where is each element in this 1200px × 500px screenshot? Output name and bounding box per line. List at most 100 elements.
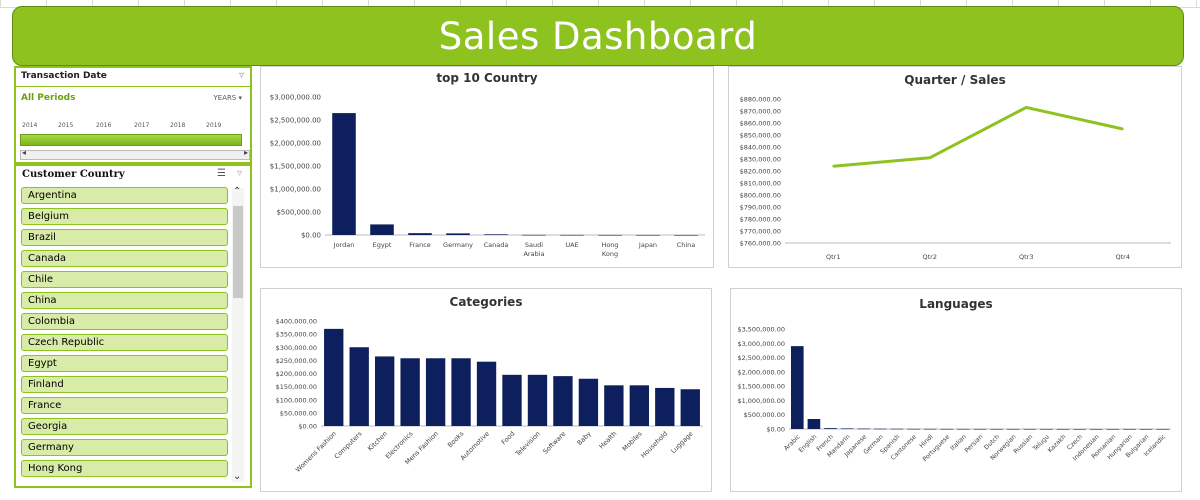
y-tick-label: $830,000.00 [740,156,781,164]
bar [522,234,546,236]
timeline-year[interactable]: 2018 [170,122,185,129]
y-tick-label: $300,000.00 [276,344,317,352]
dashboard-banner: Sales Dashboard [12,6,1184,66]
country-item[interactable]: France [21,397,228,414]
data-point [1025,106,1028,109]
bar [484,234,508,235]
y-tick-label: $0.00 [298,423,317,431]
y-tick-label: $1,000,000.00 [737,397,785,405]
bar [527,374,548,426]
y-tick-label: $840,000.00 [740,144,781,152]
timeline-year[interactable]: 2019 [206,122,221,129]
bar [907,428,920,430]
x-tick-label: Mobiles [621,429,645,453]
y-tick-label: $3,000,000.00 [737,340,785,348]
country-item[interactable]: Germany [21,439,228,456]
bar [840,428,854,430]
country-item[interactable]: Belgium [21,208,228,225]
timeline-year[interactable]: 2016 [96,122,111,129]
country-item[interactable]: Georgia [21,418,228,435]
x-tick-label: France [409,241,431,249]
bar [890,428,904,430]
bar [1006,428,1020,430]
timeline-scrollbar[interactable]: ◂ ▸ [20,148,250,160]
multi-select-icon[interactable]: ☰ [217,168,226,179]
bar [1040,428,1053,430]
country-item[interactable]: Hong Kong [21,460,228,477]
y-tick-label: $1,500,000.00 [737,383,785,391]
timeline-years: 2014 2015 2016 2017 2018 2019 [20,122,246,132]
x-tick-label: Hong [601,241,618,249]
y-tick-label: $880,000.00 [740,96,781,104]
categories-plot: $0.00 $50,000.00 $100,000.00 $150,000.00 $20… [276,318,703,474]
timeline-range-bar[interactable] [20,134,242,146]
country-item[interactable]: Finland [21,376,228,393]
x-tick-label: Canada [484,241,509,249]
timeline-year[interactable]: 2015 [58,122,73,129]
top-countries-plot: $0.00 $500,000.00 $1,000,000.00 $1,500,000.… [270,94,705,258]
bar [408,233,432,235]
x-tick-label: Household [639,430,669,460]
bar [940,428,954,430]
y-tick-label: $820,000.00 [740,168,781,176]
bar [674,234,698,236]
bar [957,428,970,430]
y-tick-label: $850,000.00 [740,132,781,140]
bar [857,428,871,430]
x-tick-label: Kazakh [1047,433,1068,454]
data-point [928,156,931,159]
customer-country-slicer[interactable]: Customer Country ☰ ▿ Argentina Belgium B… [14,164,252,488]
y-tick-label: $810,000.00 [740,180,781,188]
data-point [1121,128,1124,130]
bar [374,356,395,426]
y-tick-label: $150,000.00 [276,383,317,391]
scroll-down-icon[interactable]: ⌄ [233,471,241,482]
y-tick-label: $500,000.00 [276,209,321,217]
y-tick-label: $100,000.00 [276,396,317,404]
y-tick-label: $250,000.00 [276,357,317,365]
x-tick-label: Baby [576,430,593,447]
scroll-thumb[interactable] [233,206,243,298]
timeline-level-dropdown[interactable]: YEARS ▾ [213,94,242,102]
country-scrollbar[interactable]: ⌃ ⌄ [232,186,244,482]
country-item[interactable]: Chile [21,271,228,288]
bar [1089,428,1103,430]
country-item[interactable]: Egypt [21,355,228,372]
y-tick-label: $2,000,000.00 [270,140,321,148]
clear-filter-icon[interactable]: ▿ [237,168,242,179]
dashboard-title: Sales Dashboard [438,14,758,58]
x-tick-label: Food [500,430,517,447]
country-item[interactable]: Canada [21,250,228,267]
x-tick-label: Qtr1 [826,253,840,261]
bar [1123,428,1136,430]
country-item[interactable]: Argentina [21,187,228,204]
y-tick-label: $350,000.00 [276,331,317,339]
y-tick-label: $870,000.00 [740,108,781,116]
country-item[interactable]: Czech Republic [21,334,228,351]
clear-filter-icon[interactable]: ▿ [239,70,244,81]
timeline-year[interactable]: 2014 [22,122,37,129]
categories-chart: Categories $0.00 $50,000.00 $100,000.00 $15… [260,288,712,492]
bar [598,234,622,236]
bar [324,328,344,426]
bar [349,347,369,426]
country-slicer-title: Customer Country [22,169,125,180]
x-tick-label: Luggage [669,430,694,455]
x-tick-label: Germany [443,241,473,249]
country-item[interactable]: China [21,292,228,309]
x-tick-label: Television [513,430,542,459]
scroll-up-icon[interactable]: ⌃ [233,186,241,197]
bar [874,428,887,430]
x-tick-label: Saudi [525,241,543,249]
country-item[interactable]: Colombia [21,313,228,330]
quarter-sales-chart: Quarter / Sales $760,000.00 $770,000.00 $7… [728,66,1182,268]
country-item[interactable]: Brazil [21,229,228,246]
y-tick-label: $200,000.00 [276,370,317,378]
bar [446,233,470,235]
timeline-period-label: All Periods [21,93,76,103]
scroll-right-icon[interactable]: ▸ [244,148,248,157]
languages-plot: $0.00 $500,000.00 $1,000,000.00 $1,500,000.… [737,326,1171,463]
timeline-slicer[interactable]: Transaction Date ▿ All Periods YEARS ▾ 2… [14,66,252,164]
scroll-left-icon[interactable]: ◂ [22,148,26,157]
timeline-year[interactable]: 2017 [134,122,149,129]
